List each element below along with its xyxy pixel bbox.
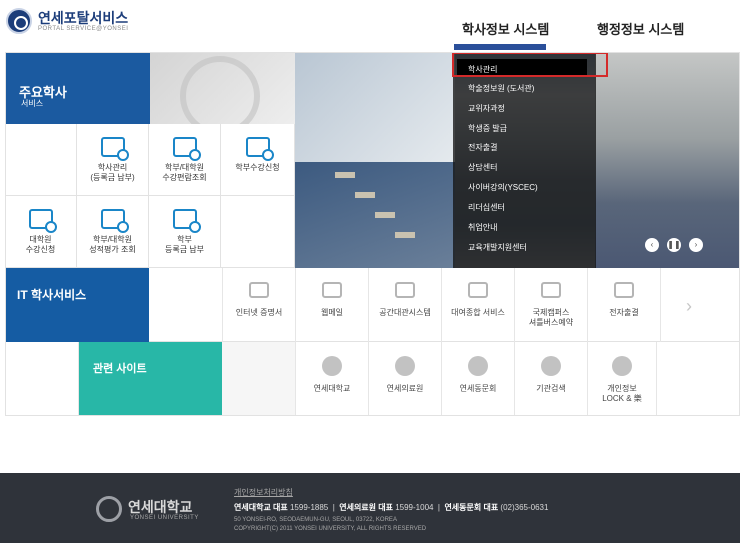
- info-icon: [100, 137, 129, 161]
- logo-title: 연세포탈서비스: [38, 10, 129, 26]
- location-pin-icon: [541, 356, 561, 376]
- book-search-icon: [172, 137, 201, 161]
- related-alumni[interactable]: 연세동문회: [441, 342, 514, 416]
- related-medical-center[interactable]: 연세의료원: [368, 342, 441, 416]
- slide-prev-button[interactable]: ‹: [645, 238, 659, 252]
- menu-item-course[interactable]: 교위자과정: [468, 103, 505, 114]
- phone-icon: [614, 282, 634, 298]
- it-service-space-rental[interactable]: 공간대관시스템: [368, 268, 441, 342]
- nav-active-indicator: [454, 44, 546, 50]
- related-office-search[interactable]: 기관검색: [514, 342, 587, 416]
- menu-item-leadership[interactable]: 리더십센터: [468, 202, 505, 213]
- menu-item-employment[interactable]: 취업안내: [468, 222, 497, 233]
- monitor-check-icon: [245, 137, 274, 161]
- related-empty-cell: [5, 342, 79, 416]
- gear-icon: [468, 282, 488, 298]
- related-privacy-lock[interactable]: 개인정보 LOCK & 樂: [587, 342, 656, 416]
- related-yonsei-university[interactable]: 연세대학교: [295, 342, 368, 416]
- slide-next-button[interactable]: ›: [689, 238, 703, 252]
- footer-address: 50 YONSEI-RO, SEODAEMUN-GU, SEOUL, 03722…: [234, 517, 397, 523]
- service-academic-management[interactable]: 학사관리 (등록금 납부): [77, 124, 149, 196]
- menu-item-library[interactable]: 학술정보원 (도서관): [468, 83, 534, 94]
- related-empty-cell: [222, 342, 295, 416]
- privacy-policy-link[interactable]: 개인정보처리방침: [234, 487, 293, 498]
- main-services-banner: 주요학사 서비스: [5, 52, 295, 124]
- chart-search-icon: [100, 209, 129, 233]
- footer-university-name: 연세대학교: [128, 499, 193, 515]
- lock-icon: [612, 356, 632, 376]
- grid-empty-cell: [221, 196, 295, 268]
- grid-empty-cell: [5, 124, 77, 196]
- it-service-rental[interactable]: 대여종합 서비스: [441, 268, 514, 342]
- it-service-attendance[interactable]: 전자출결: [587, 268, 660, 342]
- footer-phones: 연세대학교 대표 1599-1885 | 연세의료원 대표 1599-1004 …: [234, 503, 549, 512]
- university-icon: [322, 356, 342, 376]
- yonsei-emblem-icon: [6, 8, 32, 34]
- bus-icon: [541, 282, 561, 298]
- footer: 연세대학교 YONSEI UNIVERSITY 개인정보처리방침 연세대학교 대…: [0, 473, 740, 543]
- related-sites-title: 관련 사이트: [93, 363, 147, 375]
- it-services-more: [660, 268, 740, 342]
- menu-item-counseling[interactable]: 상담센터: [468, 162, 497, 173]
- service-grad-registration[interactable]: 대학원 수강신청: [5, 196, 77, 268]
- related-sites-banner: 관련 사이트: [79, 342, 222, 416]
- menu-item-cyber-lecture[interactable]: 사이버강의(YSCEC): [468, 182, 538, 193]
- share-icon: [249, 282, 269, 298]
- graduation-cap-icon: [468, 356, 488, 376]
- service-course-catalog[interactable]: 학부/대학원 수강편람조회: [149, 124, 221, 196]
- it-service-shuttle[interactable]: 국제캠퍼스 셔틀버스예약: [514, 268, 587, 342]
- monitor-check-icon: [28, 209, 57, 233]
- nav-admin-system[interactable]: 행정정보 시스템: [597, 19, 684, 38]
- menu-item-attendance[interactable]: 전자출결: [468, 142, 497, 153]
- related-empty-cell: [656, 342, 740, 416]
- mail-icon: [322, 282, 342, 298]
- upload-icon: [395, 282, 415, 298]
- it-service-certificate[interactable]: 인터넷 증명서: [222, 268, 295, 342]
- it-services-banner: IT 학사서비스: [5, 268, 149, 342]
- logo-subtitle: PORTAL SERVICE@YONSEI: [38, 26, 129, 32]
- portal-logo[interactable]: 연세포탈서비스 PORTAL SERVICE@YONSEI: [6, 8, 128, 34]
- service-undergrad-registration[interactable]: 학부수강신청: [221, 124, 295, 196]
- selection-highlight: [452, 52, 608, 77]
- yonsei-emblem-icon: [96, 496, 122, 522]
- nav-academic-system[interactable]: 학사정보 시스템: [462, 19, 549, 38]
- service-tuition-payment[interactable]: 학부 등록금 납부: [149, 196, 221, 268]
- slide-pause-button[interactable]: ❚❚: [667, 238, 681, 252]
- medical-kit-icon: [395, 356, 415, 376]
- main-services-subtitle: 서비스: [21, 99, 44, 108]
- footer-university-subname: YONSEI UNIVERSITY: [130, 515, 199, 521]
- chevron-right-icon[interactable]: ›: [686, 296, 692, 317]
- it-services-row: 인터넷 증명서 웹메일 공간대관시스템 대여종합 서비스 국제캠퍼스 셔틀버스예…: [149, 268, 740, 342]
- it-services-title: IT 학사서비스: [17, 288, 87, 302]
- service-grade-inquiry[interactable]: 학부/대학원 성적평가 조회: [77, 196, 149, 268]
- it-service-webmail[interactable]: 웹메일: [295, 268, 368, 342]
- menu-item-education-center[interactable]: 교육개발지원센터: [468, 242, 527, 253]
- menu-item-student-id[interactable]: 학생증 발급: [468, 123, 507, 134]
- academic-system-dropdown: 학사관리 학술정보원 (도서관) 교위자과정 학생증 발급 전자출결 상담센터 …: [453, 52, 596, 268]
- main-services-grid: 학사관리 (등록금 납부) 학부/대학원 수강편람조회 학부수강신청 대학원 수…: [5, 124, 295, 268]
- footer-copyright: COPYRIGHT(C) 2011 YONSEI UNIVERSITY, ALL…: [234, 526, 427, 532]
- coins-icon: [172, 209, 201, 233]
